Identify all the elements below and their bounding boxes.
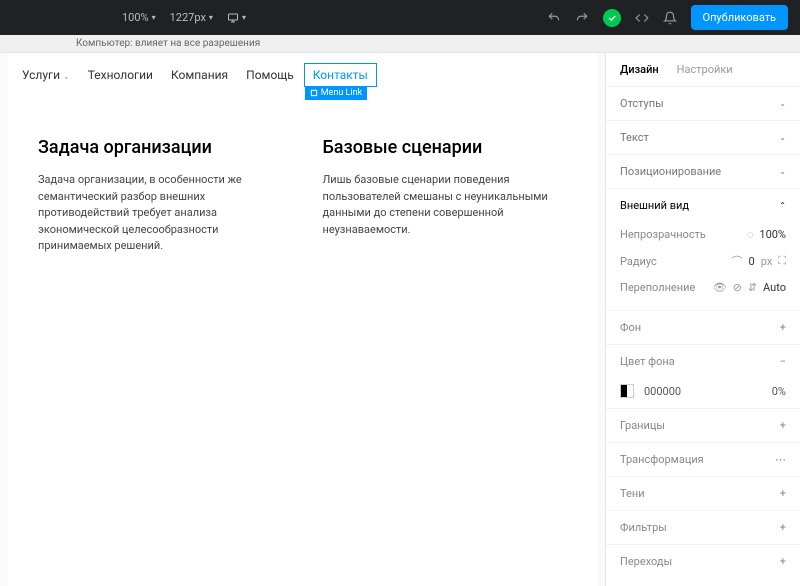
nav-item-tech[interactable]: Технологии [80, 64, 161, 86]
tab-design[interactable]: Дизайн [620, 63, 659, 76]
chevron-down-icon: ⌄ [779, 133, 786, 142]
section-bgcolor[interactable]: Цвет фона− [606, 345, 800, 378]
heading-2[interactable]: Базовые сценарии [323, 137, 568, 158]
more-icon[interactable]: ⋯ [775, 453, 786, 466]
undo-icon[interactable] [547, 11, 561, 25]
color-hex-input[interactable]: 000000 [644, 385, 681, 398]
plus-icon[interactable]: + [780, 321, 786, 334]
radius-row: Радиус ⌒ 0 px ⛶ [620, 247, 786, 275]
nav-item-company[interactable]: Компания [163, 64, 236, 86]
overflow-value[interactable]: Auto [763, 281, 786, 294]
code-icon[interactable] [635, 11, 649, 25]
paragraph-2[interactable]: Лишь базовые сценарии поведения пользова… [323, 172, 568, 238]
bgcolor-row: 000000 0% [606, 378, 800, 408]
plus-icon[interactable]: + [780, 555, 786, 568]
chevron-down-icon: ▾ [209, 13, 213, 22]
nav-item-contacts[interactable]: Контакты Menu Link [304, 63, 377, 87]
chevron-down-icon: ⌄ [63, 72, 70, 81]
selection-tag[interactable]: Menu Link [305, 86, 367, 100]
nav-item-services[interactable]: Услуги ⌄ [14, 64, 78, 86]
radius-input[interactable]: 0 [749, 255, 755, 268]
tab-settings[interactable]: Настройки [677, 63, 733, 76]
section-borders[interactable]: Границы+ [606, 409, 800, 442]
opacity-icon: ◌ [747, 228, 754, 241]
opacity-input[interactable]: 100% [759, 228, 786, 241]
sidebar-tabs: Дизайн Настройки [606, 53, 800, 87]
expand-corners-icon[interactable]: ⛶ [778, 254, 786, 268]
overflow-label: Переполнение [620, 281, 695, 294]
color-swatch[interactable] [620, 384, 634, 398]
section-positioning[interactable]: Позиционирование⌄ [606, 155, 800, 188]
chevron-down-icon: ⌄ [779, 167, 786, 176]
plus-icon[interactable]: + [780, 521, 786, 534]
eye-off-icon[interactable]: ⊘ [733, 281, 742, 294]
section-text[interactable]: Текст⌄ [606, 121, 800, 154]
section-filters[interactable]: Фильтры+ [606, 511, 800, 544]
chevron-up-icon: ⌃ [779, 201, 786, 210]
section-spacing[interactable]: Отступы⌄ [606, 87, 800, 120]
opacity-label: Непрозрачность [620, 228, 706, 241]
bell-icon[interactable] [663, 11, 677, 25]
heading-1[interactable]: Задача организации [38, 137, 283, 158]
paragraph-1[interactable]: Задача организации, в особенности же сем… [38, 172, 283, 255]
chevron-down-icon: ▾ [242, 13, 246, 22]
plus-icon[interactable]: + [780, 487, 786, 500]
section-transform[interactable]: Трансформация⋯ [606, 443, 800, 476]
status-ok-icon[interactable] [603, 9, 621, 27]
plus-icon[interactable]: + [780, 419, 786, 432]
section-transitions[interactable]: Переходы+ [606, 545, 800, 578]
chevron-down-icon: ⌄ [779, 99, 786, 108]
color-alpha-input[interactable]: 0% [772, 385, 786, 398]
zoom-dropdown[interactable]: 100%▾ [122, 11, 156, 24]
section-appearance[interactable]: Внешний вид⌃ [606, 189, 800, 222]
transition-item[interactable]: ⤵ Все свойства▾ 👁 − [606, 578, 800, 586]
publish-button[interactable]: Опубликовать [691, 5, 788, 30]
overflow-row: Переполнение 👁 ⊘ ⇵ Auto [620, 275, 786, 300]
content-area: Задача организации Задача организации, в… [8, 97, 597, 295]
section-shadows[interactable]: Тени+ [606, 477, 800, 510]
scroll-icon[interactable]: ⇵ [748, 281, 757, 294]
width-dropdown[interactable]: 1227px▾ [170, 11, 213, 24]
opacity-row: Непрозрачность ◌ 100% [620, 222, 786, 247]
section-bg[interactable]: Фон+ [606, 311, 800, 344]
canvas[interactable]: Услуги ⌄ Технологии Компания Помощь Конт… [0, 53, 605, 586]
radius-label: Радиус [620, 255, 657, 268]
column-1: Задача организации Задача организации, в… [38, 137, 283, 255]
eye-icon[interactable]: 👁 [713, 281, 727, 294]
topbar: 100%▾ 1227px▾ ▾ Опубликовать [0, 0, 800, 35]
nav-menu: Услуги ⌄ Технологии Компания Помощь Конт… [8, 53, 597, 97]
column-2: Базовые сценарии Лишь базовые сценарии п… [323, 137, 568, 255]
chevron-down-icon: ▾ [152, 13, 156, 22]
radius-icon: ⌒ [732, 253, 743, 269]
minus-icon[interactable]: − [780, 355, 786, 368]
radius-unit[interactable]: px [761, 255, 773, 268]
device-dropdown[interactable]: ▾ [227, 12, 246, 24]
sidebar: Дизайн Настройки Отступы⌄ Текст⌄ Позицио… [605, 53, 800, 586]
redo-icon[interactable] [575, 11, 589, 25]
breakpoint-bar: Компьютер: влияет на все разрешения [0, 35, 800, 53]
nav-item-help[interactable]: Помощь [238, 64, 302, 86]
